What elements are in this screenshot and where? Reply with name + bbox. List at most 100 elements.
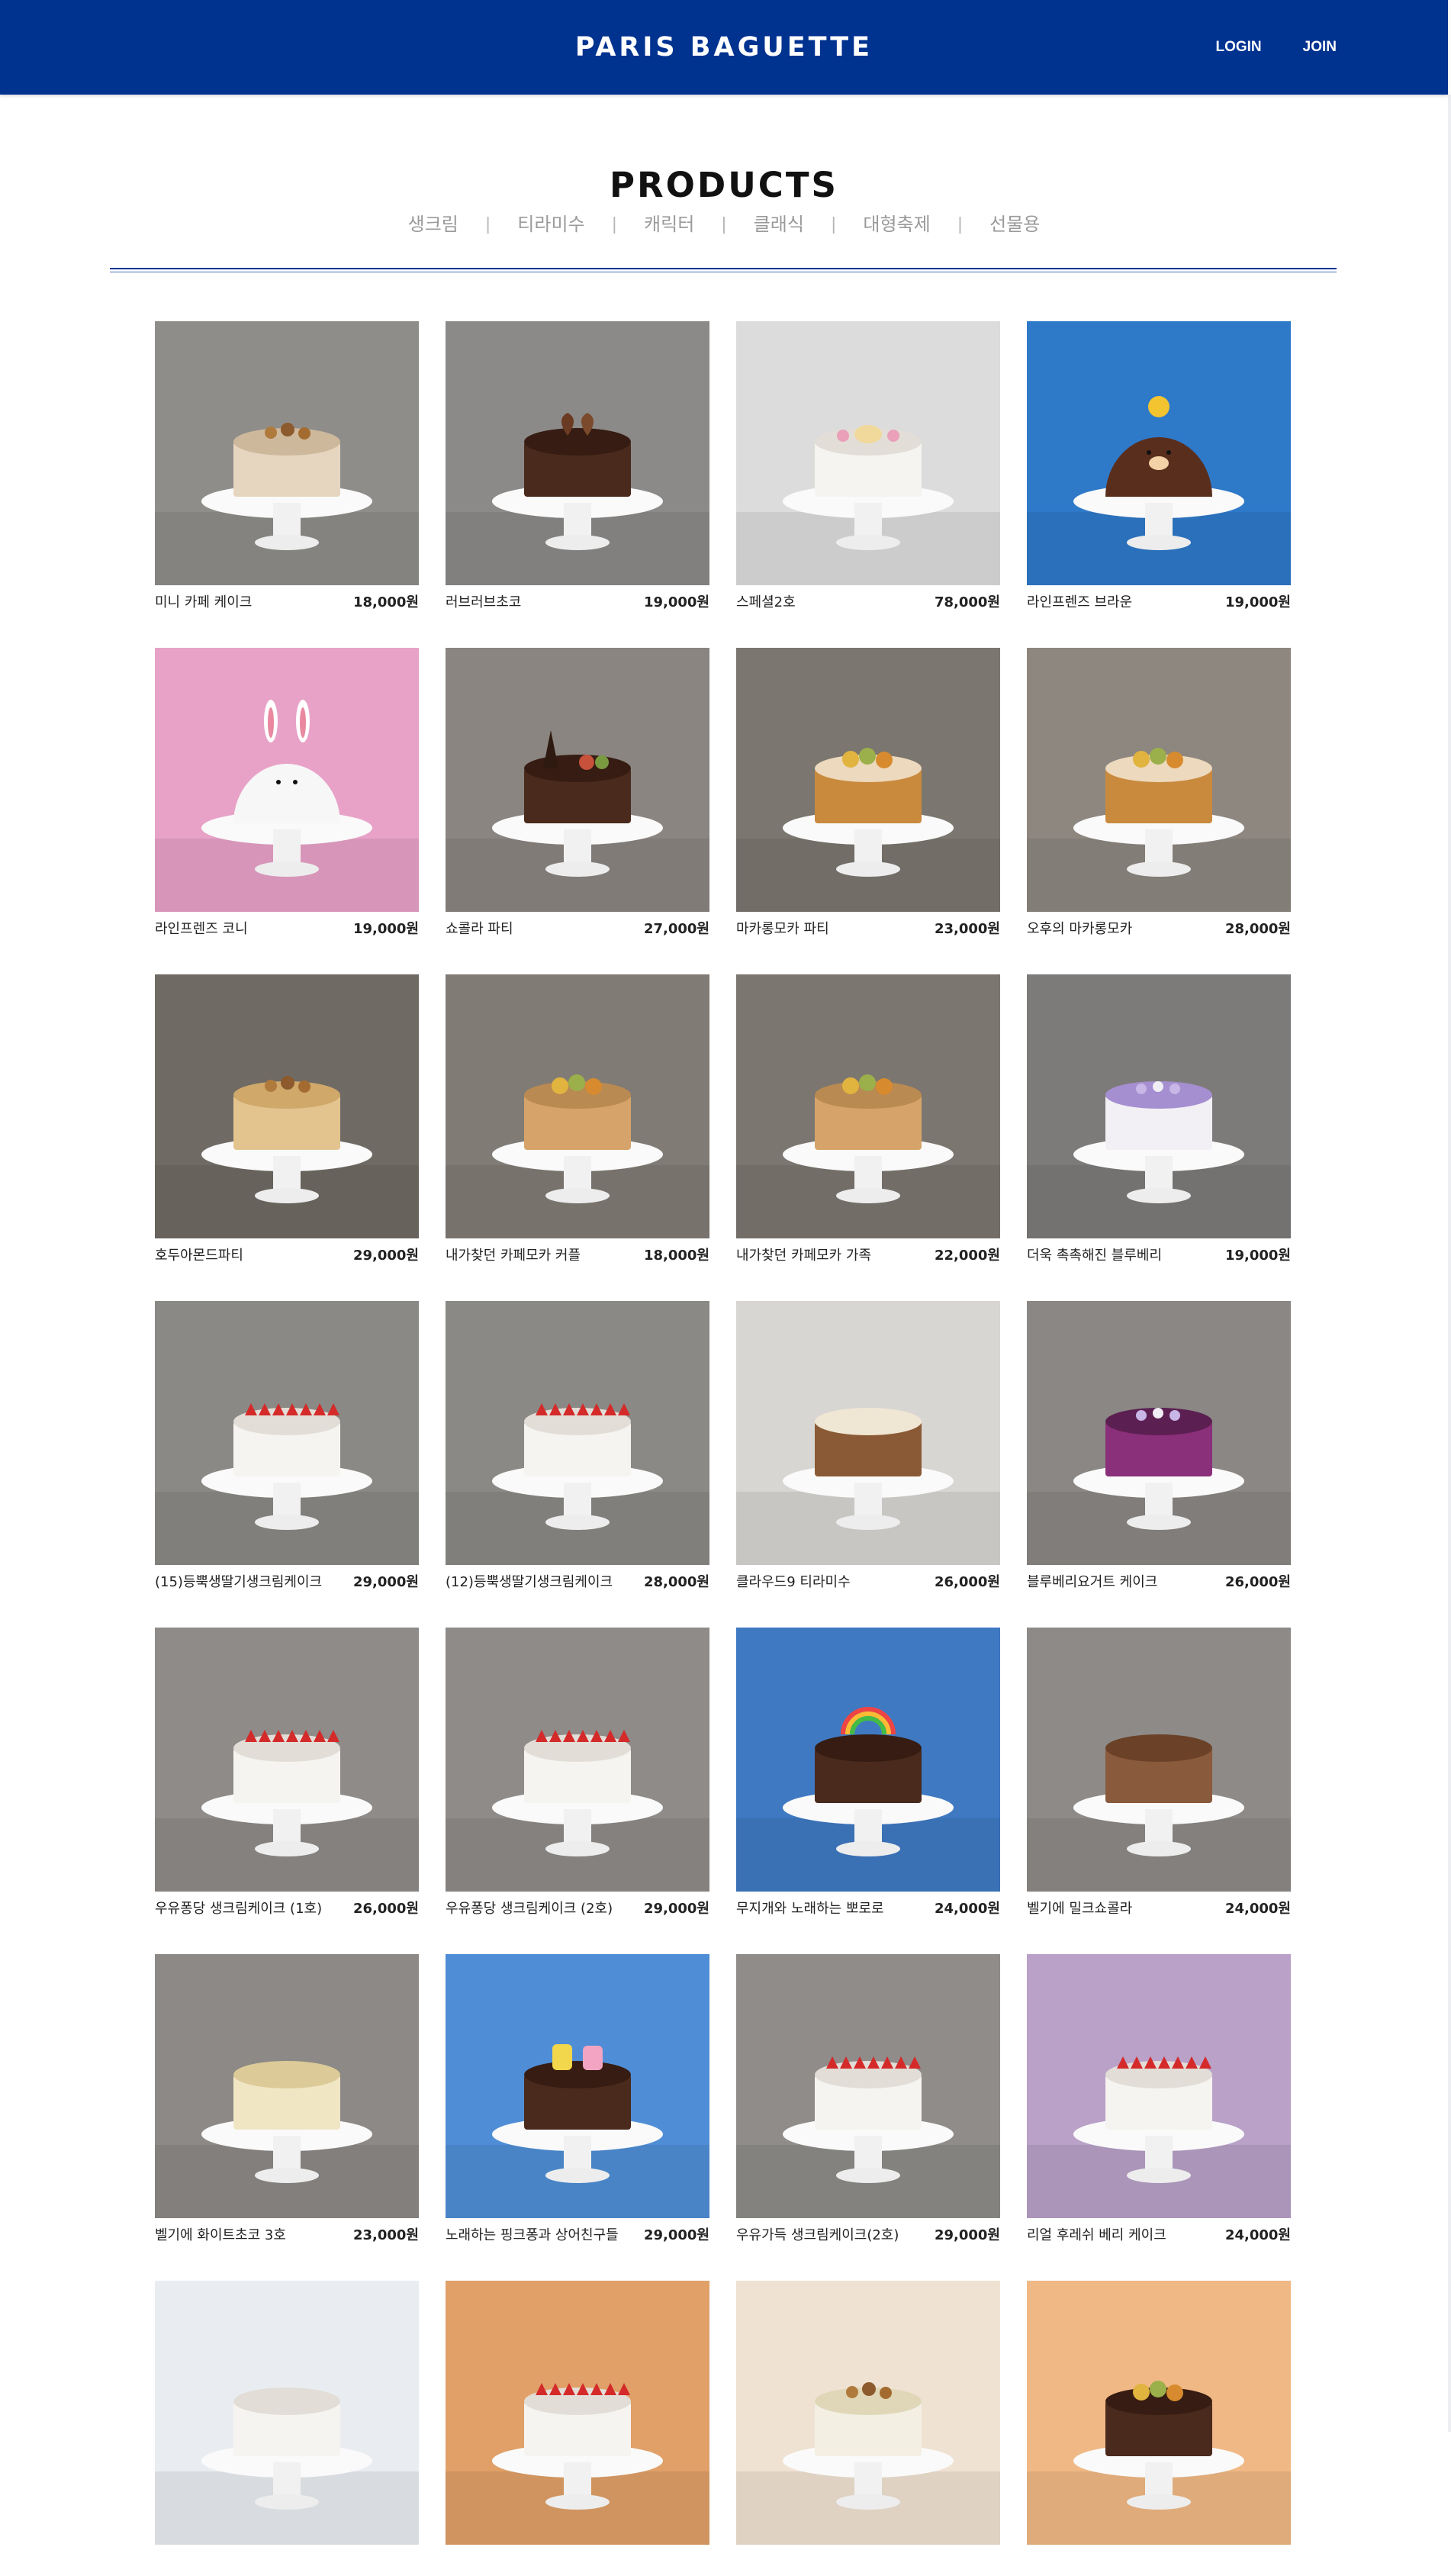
cake-image[interactable]	[155, 1301, 419, 1565]
product-card[interactable]: 내가찾던 카페모카 가족 22,000원	[736, 974, 1000, 1270]
product-card[interactable]: 마카롱모카 파티 23,000원	[736, 648, 1000, 943]
cake-image[interactable]	[736, 1954, 1000, 2218]
cake-image[interactable]	[446, 974, 709, 1238]
product-price: 29,000원	[352, 1573, 419, 1590]
product-card[interactable]: 블루베리요거트 케이크 26,000원	[1027, 1301, 1291, 1596]
product-name[interactable]: 더욱 촉촉해진 블루베리	[1027, 1245, 1162, 1264]
product-name[interactable]: (15)등뿍생딸기생크림케이크	[155, 1571, 322, 1591]
product-name[interactable]: 오후의 마카롱모카	[1027, 918, 1132, 938]
category-tab[interactable]: 선물용	[963, 211, 1067, 237]
product-card[interactable]: 클라우드9 티라미수 26,000원	[736, 1301, 1000, 1596]
category-tab[interactable]: 대형축제	[836, 211, 957, 237]
cake-image[interactable]	[155, 648, 419, 912]
product-card[interactable]: 우유퐁당 생크림케이크 (2호) 29,000원	[446, 1628, 709, 1923]
divider-line	[110, 268, 1337, 269]
product-name[interactable]: 내가찾던 카페모카 커플	[446, 1245, 581, 1264]
product-name[interactable]: 라인프렌즈 코니	[155, 918, 248, 938]
product-name[interactable]: 스페셜2호	[736, 591, 796, 611]
product-card[interactable]: (15)등뿍생딸기생크림케이크 29,000원	[155, 1301, 419, 1596]
product-card[interactable]	[446, 2281, 709, 2576]
product-card[interactable]: 내가찾던 카페모카 커플 18,000원	[446, 974, 709, 1270]
category-tab[interactable]: 티라미수	[491, 211, 611, 237]
cake-image[interactable]	[155, 2281, 419, 2545]
category-tab[interactable]: 캐릭터	[617, 211, 721, 237]
cake-image[interactable]	[1027, 974, 1291, 1238]
product-caption: 우유가득 생크림케이크(2호) 29,000원	[736, 2218, 1000, 2249]
cake-image[interactable]	[1027, 1628, 1291, 1892]
product-card[interactable]	[736, 2281, 1000, 2576]
product-name[interactable]: 우유퐁당 생크림케이크 (1호)	[155, 1898, 322, 1918]
product-price: 23,000원	[934, 920, 1000, 937]
cake-image[interactable]	[1027, 1301, 1291, 1565]
product-name[interactable]: 우유퐁당 생크림케이크 (2호)	[446, 1898, 613, 1918]
cake-image[interactable]	[446, 1628, 709, 1892]
cake-image[interactable]	[1027, 648, 1291, 912]
product-name[interactable]: 노래하는 핑크퐁과 상어친구들	[446, 2224, 619, 2244]
product-name[interactable]: 벨기에 밀크쇼콜라	[1027, 1898, 1132, 1918]
product-name[interactable]: 마카롱모카 파티	[736, 918, 829, 938]
product-price: 19,000원	[1224, 1247, 1291, 1264]
product-card[interactable]: 호두아몬드파티 29,000원	[155, 974, 419, 1270]
product-name[interactable]: 미니 카페 케이크	[155, 591, 252, 611]
category-tab[interactable]: 클래식	[727, 211, 831, 237]
product-caption: 우유퐁당 생크림케이크 (2호) 29,000원	[446, 1892, 709, 1923]
cake-image[interactable]	[736, 2281, 1000, 2545]
cake-image[interactable]	[1027, 1954, 1291, 2218]
product-name[interactable]: (12)등뿍생딸기생크림케이크	[446, 1571, 613, 1591]
product-name[interactable]: 리얼 후레쉬 베리 케이크	[1027, 2224, 1166, 2244]
product-name[interactable]: 호두아몬드파티	[155, 1245, 243, 1264]
product-name[interactable]: 라인프렌즈 브라운	[1027, 591, 1132, 611]
cake-image[interactable]	[736, 1628, 1000, 1892]
cake-image[interactable]	[155, 974, 419, 1238]
product-card[interactable]: 러브러브초코 19,000원	[446, 321, 709, 617]
product-card[interactable]: 스페셜2호 78,000원	[736, 321, 1000, 617]
product-card[interactable]: 라인프렌즈 브라운 19,000원	[1027, 321, 1291, 617]
product-price: 26,000원	[934, 1573, 1000, 1590]
product-name[interactable]: 클라우드9 티라미수	[736, 1571, 851, 1591]
product-card[interactable]: 벨기에 밀크쇼콜라 24,000원	[1027, 1628, 1291, 1923]
product-name[interactable]: 내가찾던 카페모카 가족	[736, 1245, 871, 1264]
category-tab[interactable]: 생크림	[381, 211, 485, 237]
product-card[interactable]	[1027, 2281, 1291, 2576]
product-card[interactable]: 노래하는 핑크퐁과 상어친구들 29,000원	[446, 1954, 709, 2249]
join-link[interactable]: JOIN	[1303, 37, 1337, 58]
product-card[interactable]: 우유퐁당 생크림케이크 (1호) 26,000원	[155, 1628, 419, 1923]
product-card[interactable]: 벨기에 화이트초코 3호 23,000원	[155, 1954, 419, 2249]
cake-image[interactable]	[155, 321, 419, 585]
product-name[interactable]: 쇼콜라 파티	[446, 918, 513, 938]
cake-image[interactable]	[1027, 2281, 1291, 2545]
login-link[interactable]: LOGIN	[1215, 37, 1261, 58]
cake-image[interactable]	[736, 974, 1000, 1238]
product-caption: 우유퐁당 생크림케이크 (1호) 26,000원	[155, 1892, 419, 1923]
product-name[interactable]: 벨기에 화이트초코 3호	[155, 2224, 286, 2244]
product-card[interactable]: 더욱 촉촉해진 블루베리 19,000원	[1027, 974, 1291, 1270]
product-card[interactable]: 무지개와 노래하는 뽀로로 24,000원	[736, 1628, 1000, 1923]
product-price: 27,000원	[643, 920, 709, 937]
product-card[interactable]: 리얼 후레쉬 베리 케이크 24,000원	[1027, 1954, 1291, 2249]
cake-image[interactable]	[446, 2281, 709, 2545]
product-card[interactable]: (12)등뿍생딸기생크림케이크 28,000원	[446, 1301, 709, 1596]
product-price: 19,000원	[643, 594, 709, 610]
product-name[interactable]: 블루베리요거트 케이크	[1027, 1571, 1157, 1591]
product-card[interactable]	[155, 2281, 419, 2576]
cake-image[interactable]	[736, 1301, 1000, 1565]
cake-image[interactable]	[155, 1628, 419, 1892]
product-card[interactable]: 미니 카페 케이크 18,000원	[155, 321, 419, 617]
cake-image[interactable]	[155, 1954, 419, 2218]
product-name[interactable]: 우유가득 생크림케이크(2호)	[736, 2224, 899, 2244]
product-name[interactable]: 러브러브초코	[446, 591, 521, 611]
page-title: PRODUCTS	[610, 165, 838, 206]
cake-image[interactable]	[736, 321, 1000, 585]
product-card[interactable]: 쇼콜라 파티 27,000원	[446, 648, 709, 943]
product-card[interactable]: 오후의 마카롱모카 28,000원	[1027, 648, 1291, 943]
cake-image[interactable]	[446, 321, 709, 585]
product-price: 18,000원	[643, 1247, 709, 1264]
cake-image[interactable]	[446, 1954, 709, 2218]
product-card[interactable]: 우유가득 생크림케이크(2호) 29,000원	[736, 1954, 1000, 2249]
cake-image[interactable]	[446, 1301, 709, 1565]
cake-image[interactable]	[446, 648, 709, 912]
cake-image[interactable]	[1027, 321, 1291, 585]
product-name[interactable]: 무지개와 노래하는 뽀로로	[736, 1898, 884, 1918]
cake-image[interactable]	[736, 648, 1000, 912]
product-card[interactable]: 라인프렌즈 코니 19,000원	[155, 648, 419, 943]
